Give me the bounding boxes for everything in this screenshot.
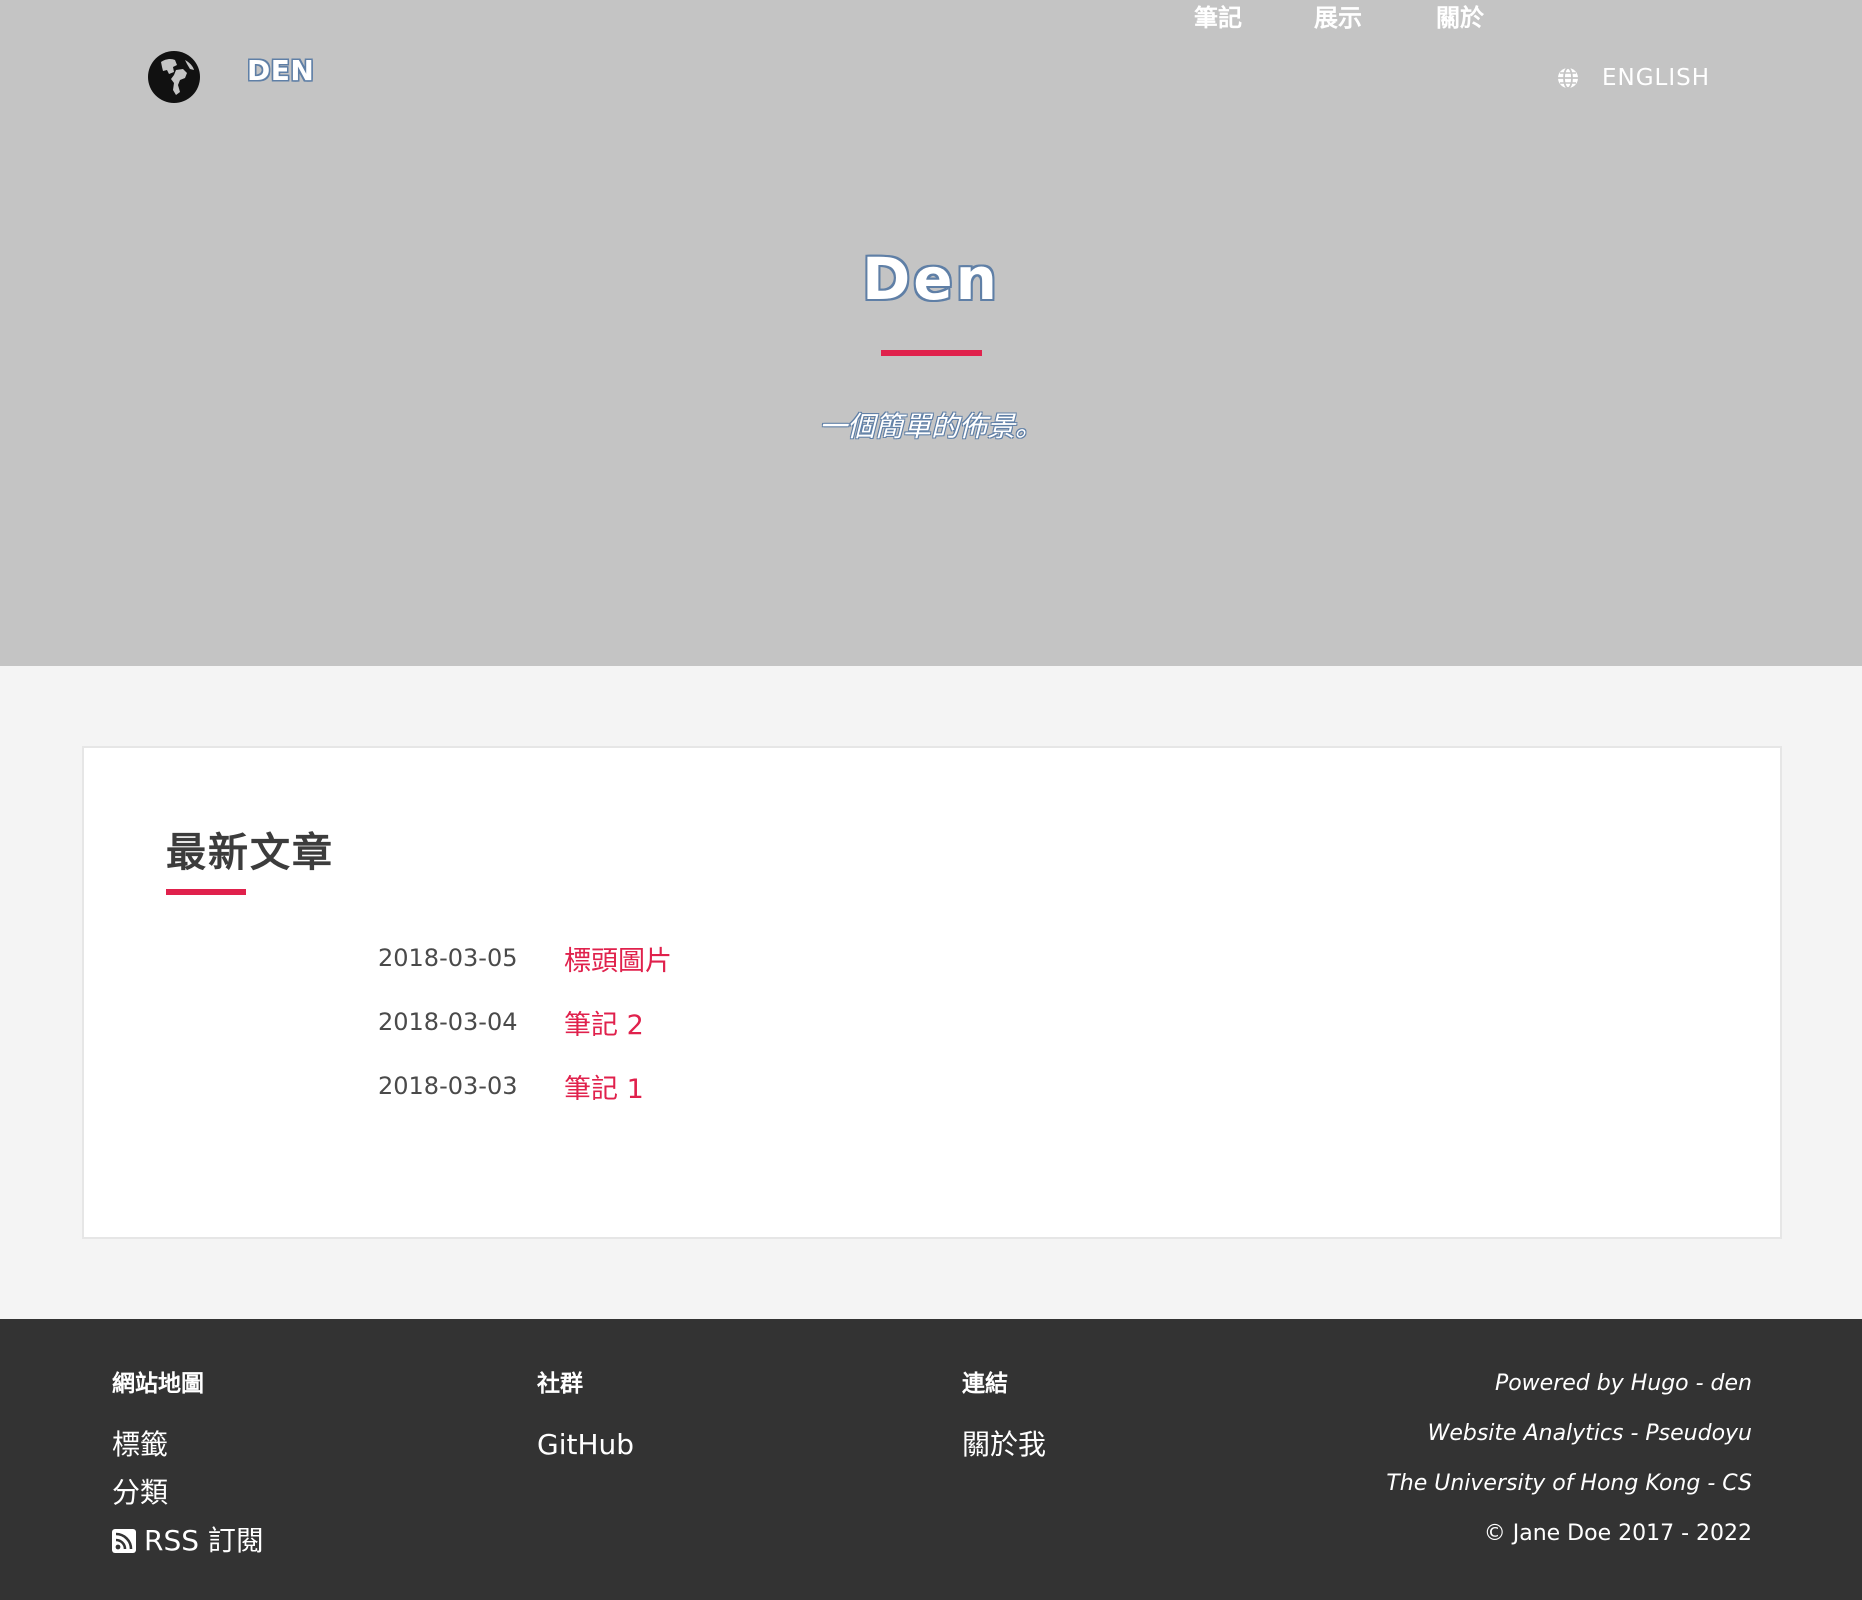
site-footer: 網站地圖 標籤 分類 RSS 訂閱 社群 GitHub 連結 關於我 Power… — [0, 1319, 1862, 1600]
nav-item-about[interactable]: 關於 — [1436, 0, 1484, 36]
footer-heading-sitemap: 網站地圖 — [112, 1371, 204, 1397]
footer-link-rss[interactable]: RSS 訂閱 — [112, 1517, 264, 1565]
hero-divider — [881, 350, 982, 356]
footer-heading-social: 社群 — [537, 1371, 583, 1397]
credit-university-link[interactable]: The University of Hong Kong - CS — [1386, 1467, 1752, 1517]
post-link[interactable]: 標頭圖片 — [564, 939, 672, 978]
footer-sitemap: 網站地圖 標籤 分類 RSS 訂閱 — [112, 1367, 264, 1565]
footer-credits: Powered by Hugo - den Website Analytics … — [1386, 1367, 1752, 1551]
language-switcher[interactable]: ENGLISH — [1556, 60, 1710, 96]
recent-posts-title: 最新文章 — [166, 830, 334, 876]
footer-social: 社群 GitHub — [537, 1367, 634, 1469]
footer-heading-links: 連結 — [962, 1371, 1008, 1397]
credit-analytics-link[interactable]: Website Analytics - Pseudoyu — [1386, 1417, 1752, 1467]
footer-link-about-me[interactable]: 關於我 — [962, 1421, 1046, 1469]
hero-title: Den — [862, 245, 1000, 313]
hero-subtitle: 一個簡單的佈景。 — [818, 410, 1043, 443]
post-link[interactable]: 筆記 1 — [564, 1067, 644, 1106]
list-item: 2018-03-05 標頭圖片 — [378, 938, 672, 978]
post-date: 2018-03-05 — [378, 944, 518, 972]
post-date: 2018-03-03 — [378, 1072, 518, 1100]
credit-hugo-link[interactable]: Powered by Hugo - den — [1386, 1367, 1752, 1417]
hero-header: DEN 筆記 展示 關於 ENGLISH Den 一個簡單的佈景。 — [0, 0, 1862, 666]
footer-link-categories[interactable]: 分類 — [112, 1469, 264, 1517]
footer-link-tags[interactable]: 標籤 — [112, 1421, 264, 1469]
brand-link[interactable]: DEN — [247, 54, 314, 87]
nav-item-showcase[interactable]: 展示 — [1314, 0, 1362, 36]
post-date: 2018-03-04 — [378, 1008, 518, 1036]
recent-posts-divider — [166, 889, 246, 895]
copyright: © Jane Doe 2017 - 2022 — [1483, 1521, 1752, 1546]
recent-posts-card: 最新文章 2018-03-05 標頭圖片 2018-03-04 筆記 2 201… — [82, 746, 1782, 1239]
rss-icon — [112, 1529, 136, 1553]
nav-item-notes[interactable]: 筆記 — [1194, 0, 1242, 36]
footer-link-github[interactable]: GitHub — [537, 1421, 634, 1469]
rss-label: RSS 訂閱 — [144, 1524, 264, 1557]
globe-icon — [1556, 66, 1580, 90]
language-label: ENGLISH — [1602, 65, 1711, 91]
list-item: 2018-03-04 筆記 2 — [378, 1002, 644, 1042]
list-item: 2018-03-03 筆記 1 — [378, 1066, 644, 1106]
footer-links: 連結 關於我 — [962, 1367, 1046, 1469]
post-link[interactable]: 筆記 2 — [564, 1003, 644, 1042]
globe-americas-icon[interactable] — [147, 50, 201, 104]
